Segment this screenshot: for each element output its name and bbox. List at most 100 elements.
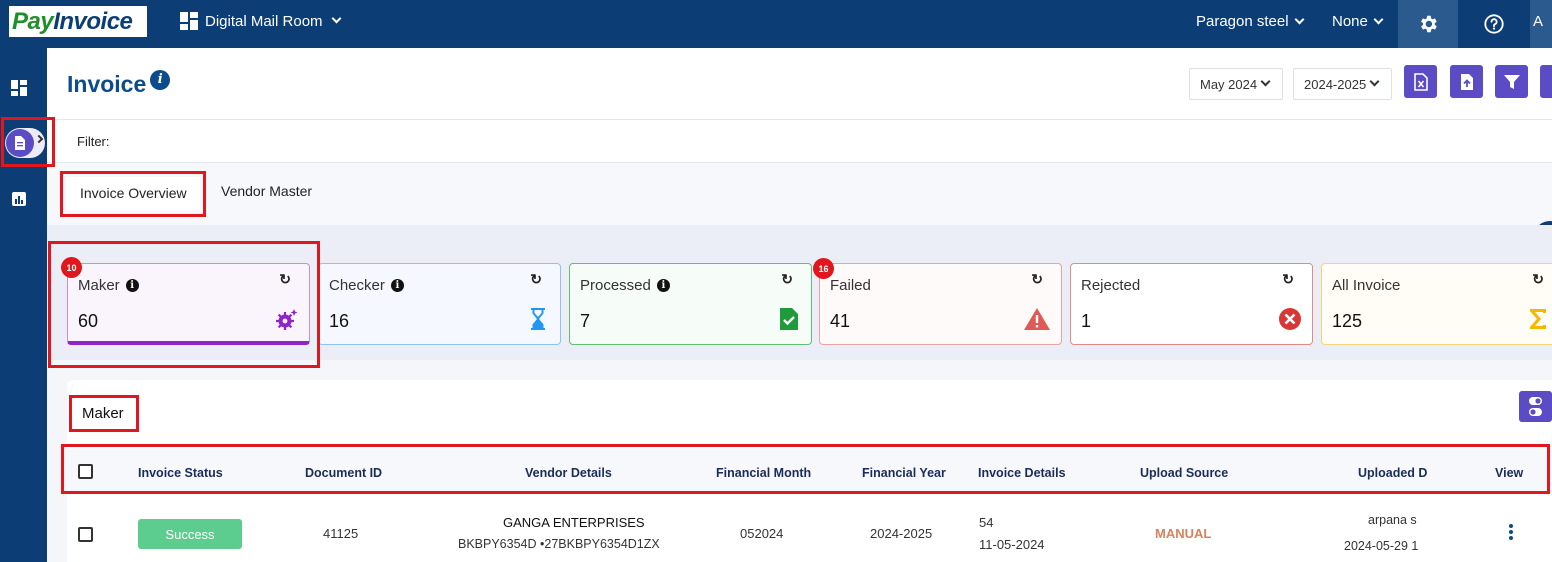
- info-icon[interactable]: i: [150, 69, 171, 90]
- failed-card[interactable]: Failed 41 ↻: [819, 263, 1062, 345]
- upload-source: MANUAL: [1155, 526, 1212, 541]
- column-header-uploaded-date[interactable]: Uploaded D: [1358, 466, 1427, 480]
- card-count: 16: [329, 311, 350, 331]
- failed-count-badge: 16: [813, 258, 834, 279]
- page-header: Invoice i May 2024 2024-2025: [47, 48, 1552, 120]
- gear-icon: [1421, 15, 1437, 33]
- column-header-upload-source[interactable]: Upload Source: [1140, 466, 1228, 480]
- company-selector[interactable]: Paragon steel: [1196, 13, 1305, 30]
- gears-icon: [276, 309, 298, 330]
- info-icon[interactable]: i: [125, 279, 139, 292]
- company-label: Paragon steel: [1196, 13, 1289, 30]
- dashboard-grid-icon: [180, 12, 198, 30]
- more-actions-button[interactable]: [1540, 65, 1552, 98]
- card-count: 7: [580, 311, 591, 331]
- card-label: Maker i: [78, 277, 139, 294]
- more-options-icon[interactable]: [1509, 524, 1513, 540]
- invoice-number: 54: [979, 515, 994, 530]
- column-header-document-id[interactable]: Document ID: [305, 466, 382, 480]
- upload-file-icon: [1460, 73, 1473, 90]
- card-label: Rejected: [1081, 277, 1141, 294]
- filter-label: Filter:: [77, 134, 110, 149]
- filter-icon: [1503, 74, 1520, 89]
- file-check-icon: [780, 308, 798, 330]
- excel-file-icon: [1413, 72, 1428, 91]
- info-icon[interactable]: i: [656, 279, 670, 292]
- chevron-down-icon: [1373, 14, 1384, 24]
- filter-bar: Filter:: [47, 120, 1552, 163]
- card-count: 1: [1081, 311, 1092, 331]
- module-selector[interactable]: Digital Mail Room: [180, 12, 341, 30]
- tab-vendor-master[interactable]: Vendor Master: [221, 183, 312, 199]
- help-button[interactable]: [1474, 0, 1514, 48]
- select-all-checkbox[interactable]: [78, 464, 93, 479]
- tab-invoice-overview[interactable]: Invoice Overview: [66, 177, 200, 210]
- chevron-down-icon: [1369, 76, 1380, 87]
- maker-card[interactable]: Maker i 60 ↻: [67, 263, 310, 345]
- rejected-card[interactable]: Rejected 1 ↻: [1070, 263, 1313, 345]
- financial-year: 2024-2025: [870, 526, 933, 541]
- card-label: Checker i: [329, 277, 404, 294]
- card-count: 125: [1332, 311, 1363, 331]
- help-icon: [1484, 14, 1504, 34]
- invoice-date: 11-05-2024: [979, 537, 1045, 552]
- card-label: Failed: [830, 277, 871, 294]
- refresh-icon[interactable]: ↻: [530, 271, 542, 288]
- warning-icon: [1024, 308, 1050, 330]
- column-header-financial-month[interactable]: Financial Month: [716, 466, 811, 480]
- module-label: Digital Mail Room: [205, 12, 323, 30]
- reports-chart-icon[interactable]: [11, 191, 27, 207]
- vendor-name: GANGA ENTERPRISES: [503, 515, 645, 530]
- upload-file-button[interactable]: [1450, 65, 1483, 98]
- toggle-icon: [1529, 397, 1542, 416]
- column-header-financial-year[interactable]: Financial Year: [862, 466, 946, 480]
- card-label: All Invoice: [1332, 277, 1401, 294]
- export-excel-button[interactable]: [1404, 65, 1437, 98]
- column-header-invoice-status[interactable]: Invoice Status: [138, 466, 223, 480]
- refresh-icon[interactable]: ↻: [781, 271, 793, 288]
- all-invoice-card[interactable]: All Invoice 125 ↻: [1321, 263, 1552, 345]
- card-count: 41: [830, 311, 851, 331]
- x-circle-icon: [1279, 308, 1301, 330]
- dashboard-icon[interactable]: [11, 80, 27, 96]
- page-title: Invoice i: [67, 69, 171, 98]
- section-title: Maker: [82, 405, 124, 422]
- financial-month: 052024: [740, 526, 784, 541]
- uploaded-date: 2024-05-29 1: [1344, 539, 1419, 553]
- filter-button[interactable]: [1495, 65, 1528, 98]
- uploaded-by: arpana s: [1368, 513, 1417, 527]
- month-selector[interactable]: May 2024: [1189, 68, 1283, 100]
- chevron-right-icon: [34, 134, 44, 144]
- user-avatar[interactable]: A: [1530, 0, 1552, 48]
- row-checkbox[interactable]: [78, 527, 93, 542]
- year-selector[interactable]: 2024-2025: [1293, 68, 1392, 100]
- column-header-view: View: [1495, 466, 1524, 480]
- refresh-icon[interactable]: ↻: [279, 271, 291, 288]
- chevron-down-icon: [1294, 14, 1305, 24]
- chevron-down-icon: [331, 13, 341, 24]
- maker-count-badge: 10: [61, 257, 82, 278]
- sidebar-item-invoice[interactable]: [5, 128, 45, 158]
- card-count: 60: [78, 311, 99, 331]
- info-icon[interactable]: i: [390, 279, 404, 292]
- secondary-selector[interactable]: None: [1332, 13, 1384, 30]
- secondary-label: None: [1332, 13, 1368, 30]
- sigma-icon: [1530, 309, 1546, 329]
- top-bar: PayInvoice Digital Mail Room Paragon ste…: [0, 0, 1552, 48]
- document-id: 41125: [323, 526, 359, 541]
- payinvoice-logo[interactable]: PayInvoice: [9, 6, 147, 37]
- refresh-icon[interactable]: ↻: [1282, 271, 1294, 288]
- refresh-icon[interactable]: ↻: [1532, 271, 1544, 288]
- vendor-tax-ids: BKBPY6354D •27BKBPY6354D1ZX: [458, 537, 660, 551]
- column-toggle-button[interactable]: [1519, 391, 1552, 422]
- sidebar: [0, 48, 47, 562]
- status-badge: Success: [138, 519, 242, 549]
- processed-card[interactable]: Processed i 7 ↻: [569, 263, 812, 345]
- column-header-invoice-details[interactable]: Invoice Details: [978, 466, 1066, 480]
- refresh-icon[interactable]: ↻: [1031, 271, 1043, 288]
- settings-button[interactable]: [1398, 0, 1458, 48]
- tab-bar: Invoice Overview Vendor Master: [47, 163, 1552, 243]
- checker-card[interactable]: Checker i 16 ↻: [318, 263, 561, 345]
- column-header-vendor-details[interactable]: Vendor Details: [525, 466, 612, 480]
- card-label: Processed i: [580, 277, 670, 294]
